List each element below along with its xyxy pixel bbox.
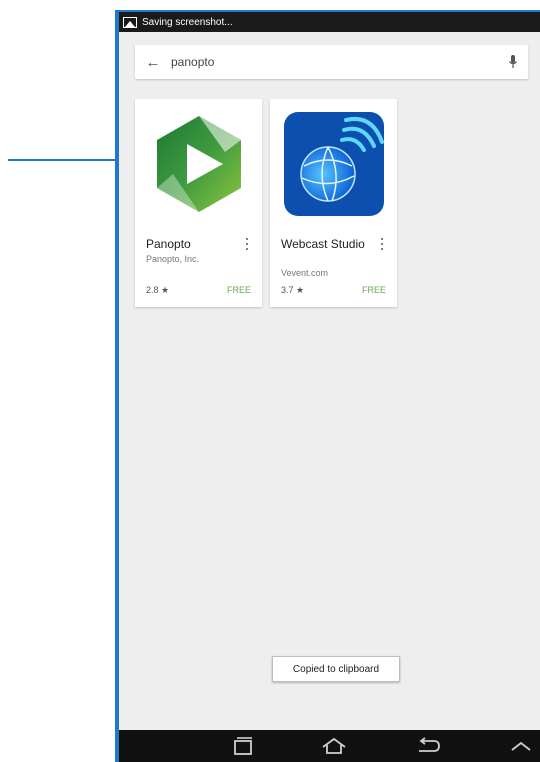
microphone-icon[interactable]	[498, 54, 528, 70]
webcast-studio-logo-icon	[280, 109, 387, 219]
app-developer: Panopto, Inc.	[146, 254, 200, 264]
panopto-logo-icon	[145, 109, 252, 219]
app-card-webcast-studio[interactable]: Webcast Studio Vevent.com 3.7 ★ FREE	[270, 99, 397, 307]
more-options-icon[interactable]	[377, 237, 387, 251]
image-icon	[123, 16, 137, 28]
status-text: Saving screenshot...	[142, 16, 233, 28]
app-title[interactable]: Panopto	[146, 237, 236, 251]
more-options-icon[interactable]	[242, 237, 252, 251]
app-price[interactable]: FREE	[362, 285, 386, 295]
app-price[interactable]: FREE	[227, 285, 251, 295]
app-rating: 2.8 ★	[146, 285, 170, 295]
tablet-screen: Saving screenshot... ← panopto Panopto P…	[115, 10, 540, 762]
chevron-up-icon[interactable]	[504, 730, 538, 762]
back-arrow-icon[interactable]: ←	[135, 54, 171, 71]
app-rating: 3.7 ★	[281, 285, 305, 295]
toast-message: Copied to clipboard	[272, 656, 400, 682]
status-bar: Saving screenshot...	[119, 12, 540, 32]
navigation-bar	[119, 730, 540, 762]
back-icon[interactable]	[409, 730, 449, 762]
app-title[interactable]: Webcast Studio	[281, 237, 371, 251]
page: Saving screenshot... ← panopto Panopto P…	[0, 0, 540, 762]
app-developer: Vevent.com	[281, 268, 329, 278]
search-input[interactable]: panopto	[171, 55, 498, 69]
recent-apps-icon[interactable]	[224, 730, 264, 762]
home-icon[interactable]	[314, 730, 354, 762]
search-box[interactable]: ← panopto	[135, 45, 528, 79]
app-card-panopto[interactable]: Panopto Panopto, Inc. 2.8 ★ FREE	[135, 99, 262, 307]
